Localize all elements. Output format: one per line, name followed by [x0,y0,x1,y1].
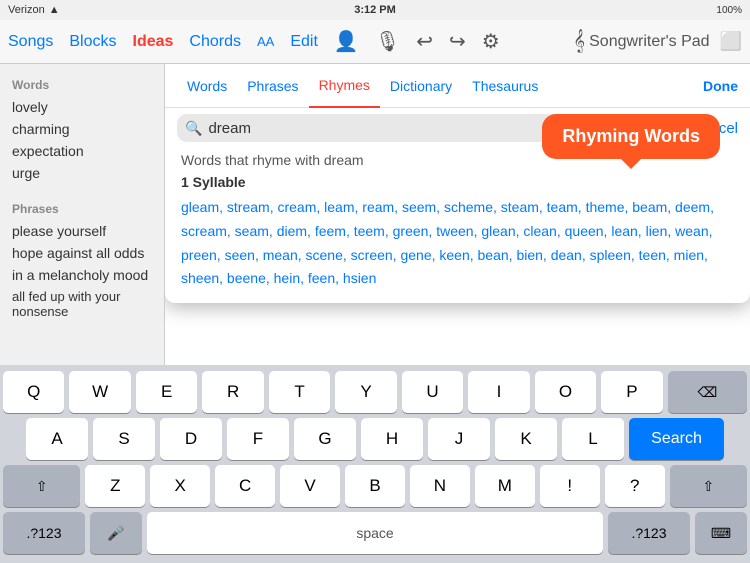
person-icon[interactable]: 👤 [334,29,359,54]
key-shift[interactable]: ⇧ [3,465,80,507]
keyboard-row-3: ⇧ Z X C V B N M ! ? ⇧ [3,465,747,507]
keyboard-row-2: A S D F G H J K L Search [3,418,747,460]
key-z[interactable]: Z [85,465,145,507]
key-t[interactable]: T [269,371,330,413]
tab-phrases[interactable]: Phrases [237,64,308,108]
expand-icon[interactable]: ⬜ [720,31,742,52]
key-c[interactable]: C [215,465,275,507]
key-p[interactable]: P [601,371,662,413]
key-microphone[interactable]: 🎤 [90,512,142,554]
key-shift-right[interactable]: ⇧ [670,465,747,507]
sidebar-word-urge[interactable]: urge [0,162,164,184]
mic-icon[interactable]: 🎙 [375,29,400,54]
undo-icon[interactable]: ↩ [416,29,433,54]
keyboard-row-1: Q W E R T Y U I O P ⌫ [3,371,747,413]
search-button[interactable]: Search [629,418,724,460]
key-l[interactable]: L [562,418,624,460]
popup-tabs: Words Phrases Rhymes Dictionary Thesauru… [165,64,750,108]
keyboard-row-4: .?123 🎤 space .?123 ⌨ [3,512,747,554]
key-f[interactable]: F [227,418,289,460]
sidebar-word-lovely[interactable]: lovely [0,96,164,118]
syllable-heading: 1 Syllable [165,170,750,194]
nav-songs[interactable]: Songs [8,33,53,51]
tab-dictionary[interactable]: Dictionary [380,64,462,108]
wifi-icon: ▲ [49,4,60,16]
nav-blocks[interactable]: Blocks [69,33,116,51]
keyboard: Q W E R T Y U I O P ⌫ A S D F G H J K L … [0,365,750,563]
aa-button[interactable]: AA [257,34,274,49]
rhyme-popup: Words Phrases Rhymes Dictionary Thesauru… [165,64,750,303]
key-y[interactable]: Y [335,371,396,413]
key-numbers-right[interactable]: .?123 [608,512,690,554]
tab-thesaurus[interactable]: Thesaurus [462,64,548,108]
app-logo-icon: 𝄞 [573,30,585,53]
nav-ideas[interactable]: Ideas [133,33,174,51]
edit-button[interactable]: Edit [290,33,318,51]
sidebar-word-charming[interactable]: charming [0,118,164,140]
key-h[interactable]: H [361,418,423,460]
redo-icon[interactable]: ↪ [449,29,466,54]
top-nav: Songs Blocks Ideas Chords AA Edit 👤 🎙 ↩ … [0,20,750,64]
key-a[interactable]: A [26,418,88,460]
sidebar-phrase-0[interactable]: please yourself [0,220,164,242]
settings-icon[interactable]: ⚙ [482,29,500,54]
key-w[interactable]: W [69,371,130,413]
sidebar-phrase-3[interactable]: all fed up with your nonsense [0,286,164,322]
key-question[interactable]: ? [605,465,665,507]
tab-rhymes[interactable]: Rhymes [309,64,380,108]
tab-words[interactable]: Words [177,64,237,108]
rhyming-words-tooltip: Rhyming Words [542,114,720,159]
key-g[interactable]: G [294,418,356,460]
key-s[interactable]: S [93,418,155,460]
clock: 3:12 PM [354,4,396,16]
key-v[interactable]: V [280,465,340,507]
done-button[interactable]: Done [703,78,738,94]
key-hide-keyboard[interactable]: ⌨ [695,512,747,554]
key-j[interactable]: J [428,418,490,460]
sidebar-words-label: Words [0,72,164,96]
sidebar-phrase-2[interactable]: in a melancholy mood [0,264,164,286]
carrier-label: Verizon [8,4,45,16]
search-glass-icon: 🔍 [185,120,202,137]
key-q[interactable]: Q [3,371,64,413]
nav-chords[interactable]: Chords [189,33,241,51]
key-i[interactable]: I [468,371,529,413]
sidebar-phrase-1[interactable]: hope against all odds [0,242,164,264]
sidebar-word-expectation[interactable]: expectation [0,140,164,162]
key-e[interactable]: E [136,371,197,413]
key-numbers-left[interactable]: .?123 [3,512,85,554]
key-d[interactable]: D [160,418,222,460]
key-exclaim[interactable]: ! [540,465,600,507]
key-m[interactable]: M [475,465,535,507]
key-u[interactable]: U [402,371,463,413]
battery-label: 100% [716,5,742,16]
key-n[interactable]: N [410,465,470,507]
key-k[interactable]: K [495,418,557,460]
key-o[interactable]: O [535,371,596,413]
key-r[interactable]: R [202,371,263,413]
key-x[interactable]: X [150,465,210,507]
rhyme-words-list[interactable]: gleam, stream, cream, leam, ream, seem, … [165,194,750,293]
sidebar-phrases-label: Phrases [0,196,164,220]
status-bar: Verizon ▲ 3:12 PM 100% [0,0,750,20]
key-b[interactable]: B [345,465,405,507]
app-title: 𝄞 Songwriter's Pad [573,30,709,53]
key-space[interactable]: space [147,512,603,554]
key-backspace[interactable]: ⌫ [668,371,747,413]
